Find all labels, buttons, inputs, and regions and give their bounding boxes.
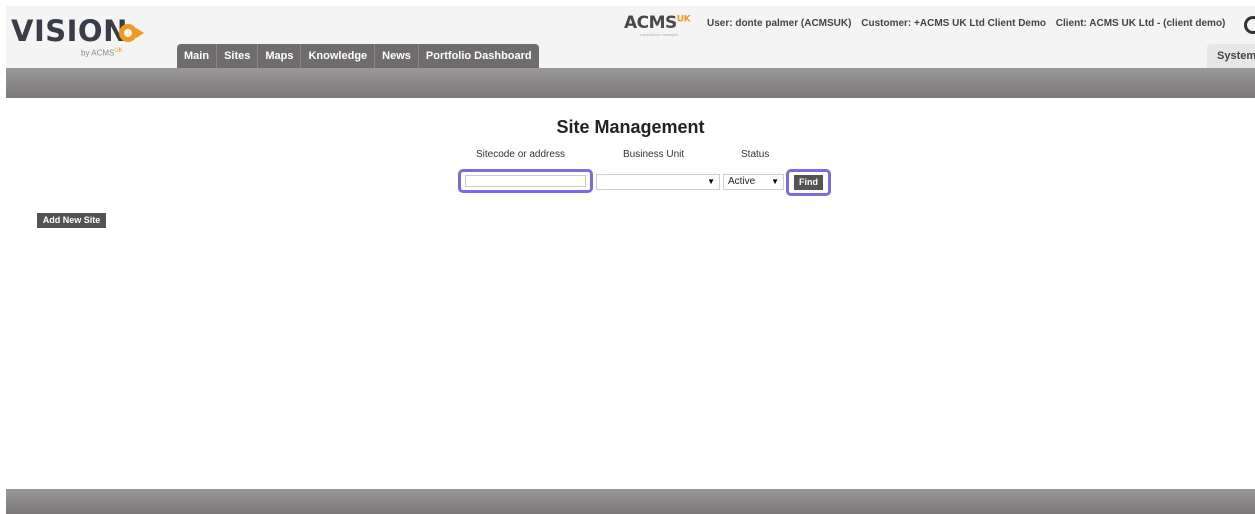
page-frame: VISION by ACMSUK Main Sites Maps Knowled… <box>6 6 1255 514</box>
search-label: Sitecode or address <box>476 149 565 160</box>
tab-system[interactable]: System <box>1207 44 1255 68</box>
sub-nav-bar <box>6 68 1255 98</box>
customer-name: Customer: +ACMS UK Ltd Client Demo <box>861 18 1046 29</box>
page-title: Site Management <box>556 117 705 137</box>
main-nav: Main Sites Maps Knowledge News Portfolio… <box>177 44 539 68</box>
tab-portfolio-dashboard[interactable]: Portfolio Dashboard <box>419 44 539 68</box>
search-input[interactable] <box>458 169 593 193</box>
loading-icon <box>1244 16 1255 34</box>
vision-logo[interactable]: VISION by ACMSUK <box>11 14 161 58</box>
chevron-down-icon: ▼ <box>771 177 779 186</box>
acms-logo-text: ACMSUK <box>624 13 691 33</box>
business-unit-label: Business Unit <box>623 149 685 160</box>
logo-mark-icon <box>119 24 137 42</box>
status-label: Status <box>741 149 770 160</box>
find-button[interactable]: Find <box>794 175 823 190</box>
logo-arrow-icon <box>136 28 144 38</box>
user-name: User: donte palmer (ACMSUK) <box>707 18 852 29</box>
search-input-field[interactable] <box>465 175 586 187</box>
user-info: User: donte palmer (ACMSUK) Customer: +A… <box>707 18 1232 29</box>
find-button-highlight: Find <box>786 169 831 196</box>
acms-tagline: compliance managed <box>640 32 679 37</box>
status-select[interactable]: Active ▼ <box>723 174 784 190</box>
add-new-site-button[interactable]: Add New Site <box>37 213 106 228</box>
client-name: Client: ACMS UK Ltd - (client demo) <box>1055 18 1226 29</box>
chevron-down-icon: ▼ <box>707 177 715 186</box>
business-unit-select[interactable]: ▼ <box>596 174 720 190</box>
tab-knowledge[interactable]: Knowledge <box>301 44 376 68</box>
status-value: Active <box>728 176 756 187</box>
acms-logo: ACMSUK compliance managed <box>624 13 696 37</box>
tab-maps[interactable]: Maps <box>258 44 302 68</box>
logo-subtitle: by ACMSUK <box>81 48 123 58</box>
tab-sites[interactable]: Sites <box>217 44 259 68</box>
tab-news[interactable]: News <box>375 44 419 68</box>
logo-text: VISION <box>11 14 128 48</box>
header: VISION by ACMSUK Main Sites Maps Knowled… <box>6 6 1255 68</box>
tab-main[interactable]: Main <box>177 44 218 68</box>
footer-bar <box>6 489 1255 514</box>
